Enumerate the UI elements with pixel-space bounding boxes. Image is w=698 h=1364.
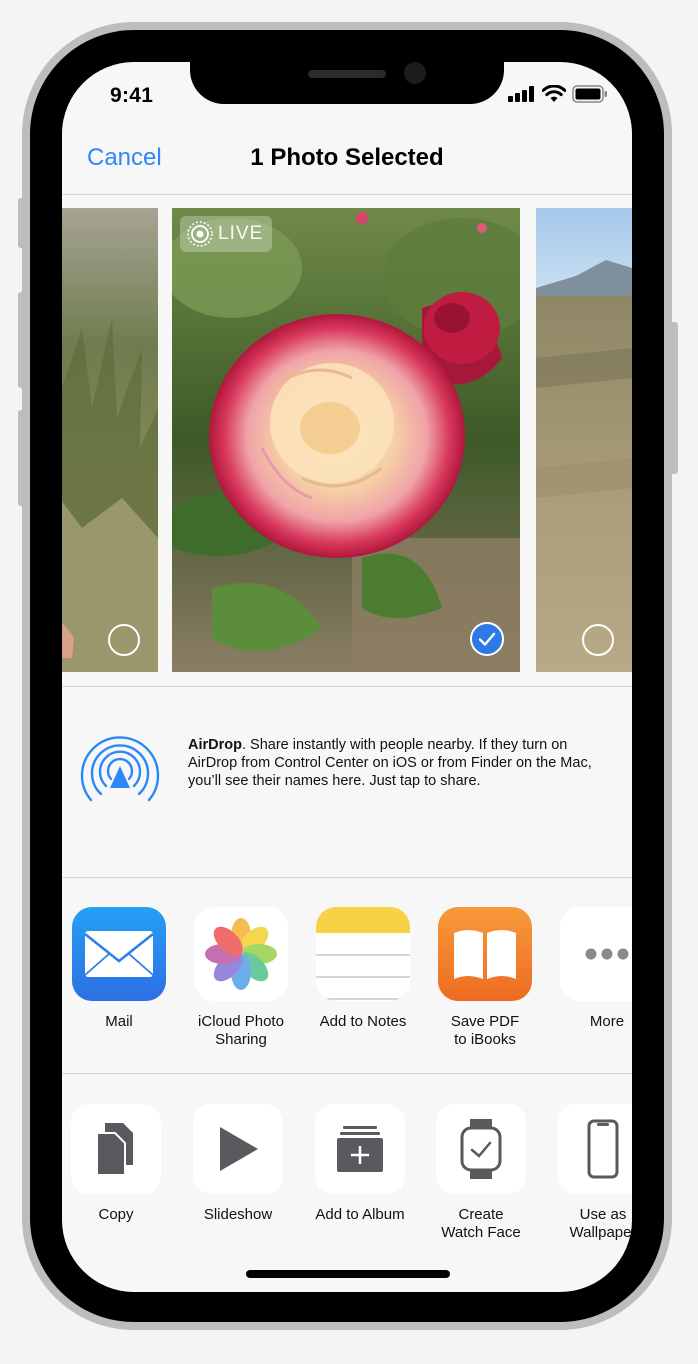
- front-camera: [404, 62, 426, 84]
- airdrop-icon[interactable]: [79, 724, 161, 804]
- screen: 9:41 1 Photo Selected Cancel LIVE AirDro…: [62, 62, 632, 1292]
- share-app-more[interactable]: More: [547, 907, 632, 1031]
- action-create-watch-face[interactable]: Create Watch Face: [421, 1104, 541, 1242]
- share-apps-row: Mail iCloud Photo Sharing Add to Notes S…: [62, 907, 632, 1097]
- ibooks-icon: [438, 907, 532, 1001]
- photos-icon: [194, 907, 288, 1001]
- divider: [62, 686, 632, 687]
- add-album-icon: [315, 1104, 405, 1194]
- action-use-as-wallpaper[interactable]: Use as Wallpaper: [543, 1104, 632, 1242]
- share-app-label: iCloud Photo Sharing: [198, 1013, 284, 1048]
- divider: [62, 877, 632, 878]
- share-app-mail[interactable]: Mail: [62, 907, 179, 1031]
- cellular-signal-icon: [508, 86, 534, 102]
- action-label: Use as Wallpaper: [569, 1206, 633, 1241]
- mail-icon: [72, 907, 166, 1001]
- watch-icon: [436, 1104, 526, 1194]
- action-label: Create Watch Face: [441, 1206, 521, 1241]
- cancel-button[interactable]: Cancel: [87, 144, 162, 172]
- share-app-label: Save PDF to iBooks: [450, 1013, 520, 1048]
- action-slideshow[interactable]: Slideshow: [178, 1104, 298, 1224]
- photo-thumbnail-right[interactable]: [536, 208, 632, 672]
- landscape-photo: [536, 208, 632, 672]
- speaker-grille: [308, 70, 386, 78]
- notch: [190, 62, 504, 104]
- checkmark-icon: [478, 632, 496, 646]
- airdrop-body: . Share instantly with people nearby. If…: [188, 737, 592, 789]
- phone-icon: [558, 1104, 632, 1194]
- photo-selected-checkmark[interactable]: [470, 622, 504, 656]
- volume-up-button: [18, 292, 24, 388]
- share-app-label: Add to Notes: [319, 1013, 407, 1030]
- live-photo-badge: LIVE: [180, 216, 272, 252]
- action-copy[interactable]: Copy: [62, 1104, 176, 1224]
- actions-row: Copy Slideshow Add to Album Create Watch…: [62, 1104, 632, 1292]
- live-photo-icon: [187, 221, 213, 247]
- more-icon: [560, 907, 632, 1001]
- photo-thumbnail-selected[interactable]: LIVE: [172, 208, 520, 672]
- airdrop-title: AirDrop: [188, 737, 242, 753]
- photo-select-circle[interactable]: [108, 624, 140, 656]
- action-label: Add to Album: [315, 1206, 405, 1223]
- share-app-label: Mail: [105, 1013, 133, 1030]
- share-app-add-to-notes[interactable]: Add to Notes: [303, 907, 423, 1031]
- wifi-icon: [542, 85, 566, 102]
- share-app-icloud-photo-sharing[interactable]: iCloud Photo Sharing: [181, 907, 301, 1049]
- status-icons: [508, 84, 608, 104]
- share-app-save-pdf-ibooks[interactable]: Save PDF to iBooks: [425, 907, 545, 1049]
- play-icon: [193, 1104, 283, 1194]
- copy-icon: [71, 1104, 161, 1194]
- action-label: Slideshow: [203, 1206, 273, 1223]
- grass-photo: [62, 208, 158, 672]
- action-add-to-album[interactable]: Add to Album: [300, 1104, 420, 1224]
- photo-strip[interactable]: LIVE: [62, 208, 632, 672]
- navigation-bar: 1 Photo Selected Cancel: [62, 132, 632, 195]
- home-indicator[interactable]: [246, 1270, 450, 1278]
- volume-down-button: [18, 410, 24, 506]
- notes-icon: [316, 907, 410, 1001]
- divider: [62, 1073, 632, 1074]
- live-label: LIVE: [218, 223, 264, 244]
- airdrop-section: AirDrop. Share instantly with people nea…: [62, 688, 632, 878]
- photo-thumbnail-left[interactable]: [62, 208, 158, 672]
- rose-photo: [172, 208, 520, 672]
- power-button: [672, 322, 678, 474]
- status-time: 9:41: [110, 84, 154, 107]
- battery-icon: [572, 85, 607, 103]
- action-label: Copy: [98, 1206, 134, 1223]
- ring-silent-switch: [18, 198, 24, 248]
- share-app-label: More: [589, 1013, 625, 1030]
- photo-select-circle[interactable]: [582, 624, 614, 656]
- airdrop-description: AirDrop. Share instantly with people nea…: [188, 736, 613, 790]
